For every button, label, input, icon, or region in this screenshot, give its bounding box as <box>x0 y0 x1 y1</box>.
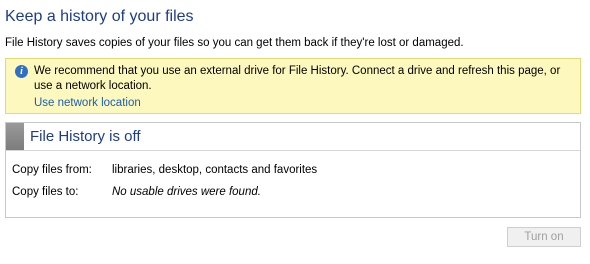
copy-to-label: Copy files to: <box>12 186 79 198</box>
copy-to-row: Copy files to: No usable drives were foun… <box>12 186 261 198</box>
page-description: File History saves copies of your files … <box>5 37 464 49</box>
info-bar: i We recommend that you use an external … <box>5 58 581 114</box>
status-title: File History is off <box>30 128 141 145</box>
info-icon: i <box>15 65 28 78</box>
copy-to-value: No usable drives were found. <box>112 186 261 198</box>
status-panel: File History is off Copy files from: libr… <box>5 122 581 218</box>
status-indicator <box>6 123 24 150</box>
copy-from-label: Copy files from: <box>12 164 92 176</box>
use-network-location-link[interactable]: Use network location <box>34 97 141 109</box>
copy-from-row: Copy files from: libraries, desktop, cont… <box>12 164 317 176</box>
turn-on-button[interactable]: Turn on <box>507 227 581 247</box>
copy-from-value: libraries, desktop, contacts and favorit… <box>112 164 318 176</box>
info-message: We recommend that you use an external dr… <box>34 65 561 92</box>
status-header: File History is off <box>6 123 580 151</box>
page-title: Keep a history of your files <box>5 8 194 25</box>
file-history-page: Keep a history of your files File Histor… <box>0 0 590 264</box>
